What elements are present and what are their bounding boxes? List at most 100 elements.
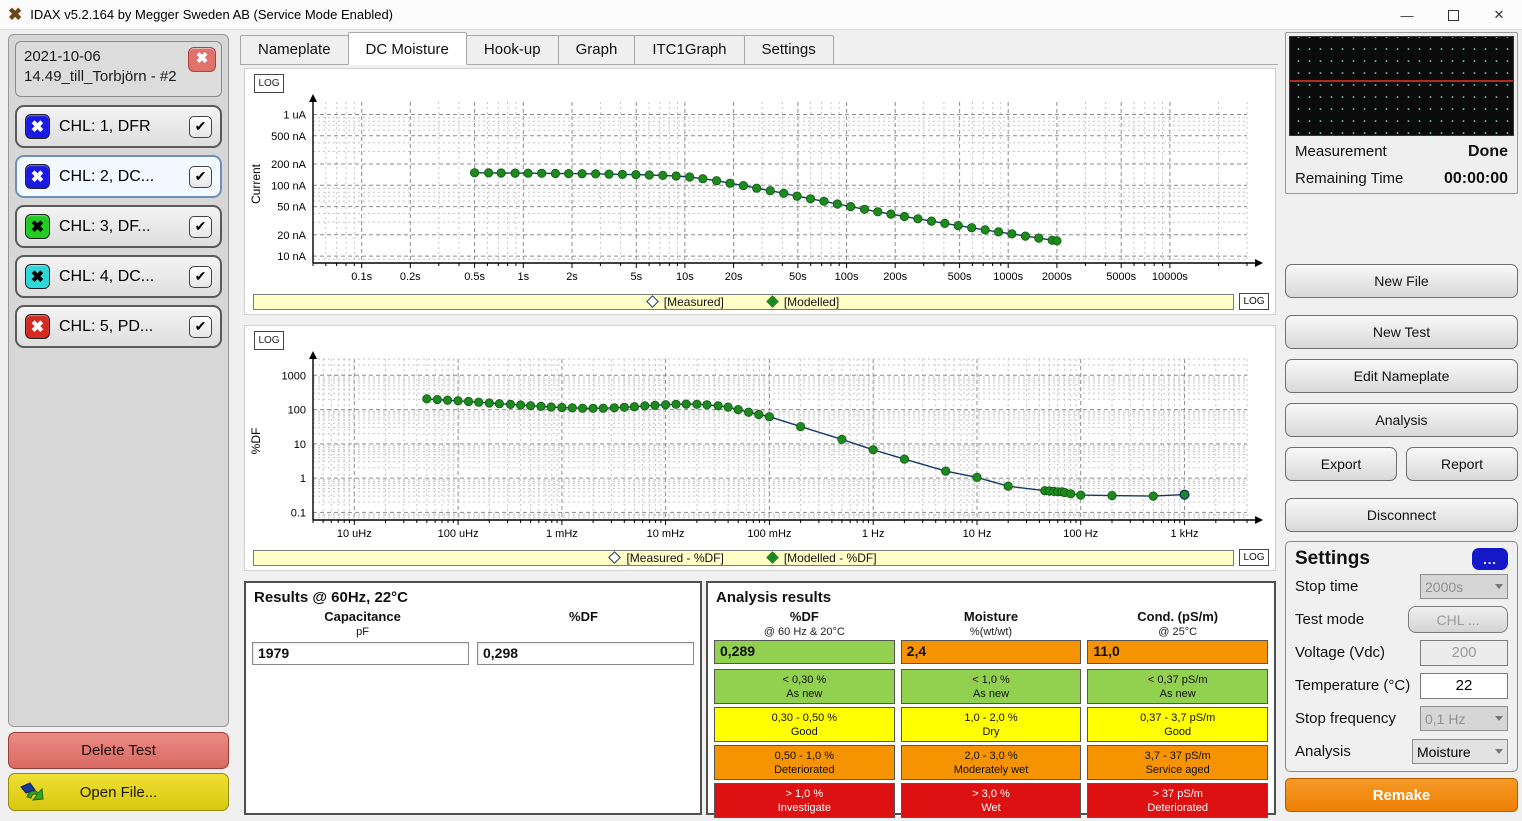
delete-test-button[interactable]: Delete Test [8,732,229,769]
voltage-label: Voltage (Vdc) [1295,644,1385,661]
svg-text:200 nA: 200 nA [271,159,307,171]
measured-marker-icon [646,295,659,308]
temperature-label: Temperature (°C) [1295,677,1410,694]
channel-x-icon: ✖ [25,164,50,189]
channel-x-icon: ✖ [25,264,50,289]
x-log-toggle-button[interactable]: LOG [1239,293,1269,310]
range-cell: 2,0 - 3,0 %Moderately wet [901,745,1082,780]
tab-hook-up[interactable]: Hook-up [466,35,559,64]
df-unit [473,626,694,639]
scope-trace [1290,80,1513,82]
test-mode-button: CHL ... [1408,606,1508,633]
modelled-marker-icon [766,295,779,308]
channel-checkbox[interactable]: ✔ [189,116,212,138]
chevron-down-icon [1495,716,1503,721]
new-test-button[interactable]: New Test [1285,315,1518,349]
channel-checkbox[interactable]: ✔ [189,166,212,188]
settings-more-button[interactable]: ... [1472,548,1508,570]
df-chart-panel: LOG %DF 10 uHz100 uHz1 mHz10 mHz100 mHz1… [244,325,1276,571]
legend-modelled-label: [Modelled - %DF] [784,551,877,565]
report-button[interactable]: Report [1406,447,1518,481]
range-cell: 0,30 - 0,50 %Good [714,707,895,742]
results-panel: Results @ 60Hz, 22°C Capacitance pF %DF … [244,581,702,815]
svg-text:1s: 1s [517,271,529,283]
df-header: %DF [569,609,598,624]
open-file-label: Open File... [80,784,158,801]
svg-text:0.5s: 0.5s [464,271,485,283]
new-file-button[interactable]: New File [1285,264,1518,298]
svg-text:100: 100 [288,405,306,417]
title-bar: ✖ IDAX v5.2.164 by Megger Sweden AB (Ser… [0,0,1522,30]
tab-nameplate[interactable]: Nameplate [240,35,349,64]
analysis-mode-select[interactable]: Moisture [1412,739,1508,764]
channel-item-2[interactable]: ✖ CHL: 2, DC... ✔ [15,155,222,198]
channel-item-3[interactable]: ✖ CHL: 3, DF... ✔ [15,205,222,248]
maximize-icon[interactable] [1430,0,1476,30]
close-icon[interactable]: ✕ [1476,0,1522,30]
open-file-icon [19,781,47,803]
measured-marker-icon [609,551,622,564]
channel-label: CHL: 5, PD... [59,318,180,336]
file-header[interactable]: 2021-10-06 14.49_till_Torbjörn - #2 ✖ [15,41,222,97]
y-log-toggle-button[interactable]: LOG [254,74,284,93]
file-close-icon[interactable]: ✖ [188,47,216,72]
svg-text:10 mHz: 10 mHz [647,528,685,540]
column-title: Cond. (pS/m) [1137,609,1218,624]
svg-text:50 nA: 50 nA [277,202,306,214]
legend-measured-label: [Measured - %DF] [626,551,723,565]
temperature-field[interactable] [1420,673,1508,699]
channel-checkbox[interactable]: ✔ [189,216,212,238]
tab-itc1graph[interactable]: ITC1Graph [634,35,744,64]
y-log-toggle-button[interactable]: LOG [254,331,284,350]
channel-item-4[interactable]: ✖ CHL: 4, DC... ✔ [15,255,222,298]
range-cell: 3,7 - 37 pS/mService aged [1087,745,1268,780]
analysis-column-moisture: Moisture %(wt/wt) 2,4 < 1,0 %As new 1,0 … [901,608,1082,821]
range-cell: < 0,37 pS/mAs new [1087,669,1268,704]
tab-settings[interactable]: Settings [744,35,834,64]
channel-checkbox[interactable]: ✔ [189,266,212,288]
svg-text:50s: 50s [789,271,807,283]
svg-text:1000s: 1000s [993,271,1023,283]
analysis-mode-label: Analysis [1295,743,1351,760]
analysis-value: 0,289 [714,640,895,664]
remake-button[interactable]: Remake [1285,778,1518,812]
control-panel: Measurement Done Remaining Time 00:00:00… [1285,32,1518,816]
range-cell: 0,50 - 1,0 %Deteriorated [714,745,895,780]
disconnect-button[interactable]: Disconnect [1285,498,1518,532]
column-title: %DF [790,609,819,624]
stop-time-select: 2000s [1420,574,1508,599]
export-button[interactable]: Export [1285,447,1397,481]
channel-item-1[interactable]: ✖ CHL: 1, DFR ✔ [15,105,222,148]
stop-frequency-select: 0,1 Hz [1420,706,1508,731]
edit-nameplate-button[interactable]: Edit Nameplate [1285,359,1518,393]
measurement-status-box: Measurement Done Remaining Time 00:00:00 [1285,32,1518,194]
svg-text:1 Hz: 1 Hz [862,528,885,540]
svg-text:1000: 1000 [282,370,306,382]
svg-text:10 nA: 10 nA [277,251,306,263]
svg-text:10s: 10s [676,271,694,283]
channel-label: CHL: 1, DFR [59,118,180,136]
svg-text:20 nA: 20 nA [277,230,306,242]
modelled-marker-icon [766,551,779,564]
column-subtitle: %(wt/wt) [901,626,1082,638]
measurement-label: Measurement [1295,143,1387,161]
open-file-button[interactable]: Open File... [8,773,229,811]
tab-dc-moisture[interactable]: DC Moisture [348,32,467,65]
svg-text:100 uHz: 100 uHz [438,528,479,540]
svg-text:1 mHz: 1 mHz [546,528,578,540]
x-log-toggle-button[interactable]: LOG [1239,549,1269,566]
svg-text:20s: 20s [725,271,743,283]
range-cell: 0,37 - 3,7 pS/mGood [1087,707,1268,742]
analysis-button[interactable]: Analysis [1285,403,1518,437]
channel-item-5[interactable]: ✖ CHL: 5, PD... ✔ [15,305,222,348]
channel-x-icon: ✖ [25,114,50,139]
capacitance-header: Capacitance [324,609,401,624]
svg-text:5s: 5s [630,271,642,283]
channel-checkbox[interactable]: ✔ [189,316,212,338]
analysis-title: Analysis results [714,587,1268,608]
svg-text:500s: 500s [948,271,972,283]
svg-text:5000s: 5000s [1106,271,1136,283]
minimize-icon[interactable]: — [1384,0,1430,30]
tab-graph[interactable]: Graph [558,35,636,64]
chart-legend: [Measured - %DF] [Modelled - %DF] [253,550,1234,566]
